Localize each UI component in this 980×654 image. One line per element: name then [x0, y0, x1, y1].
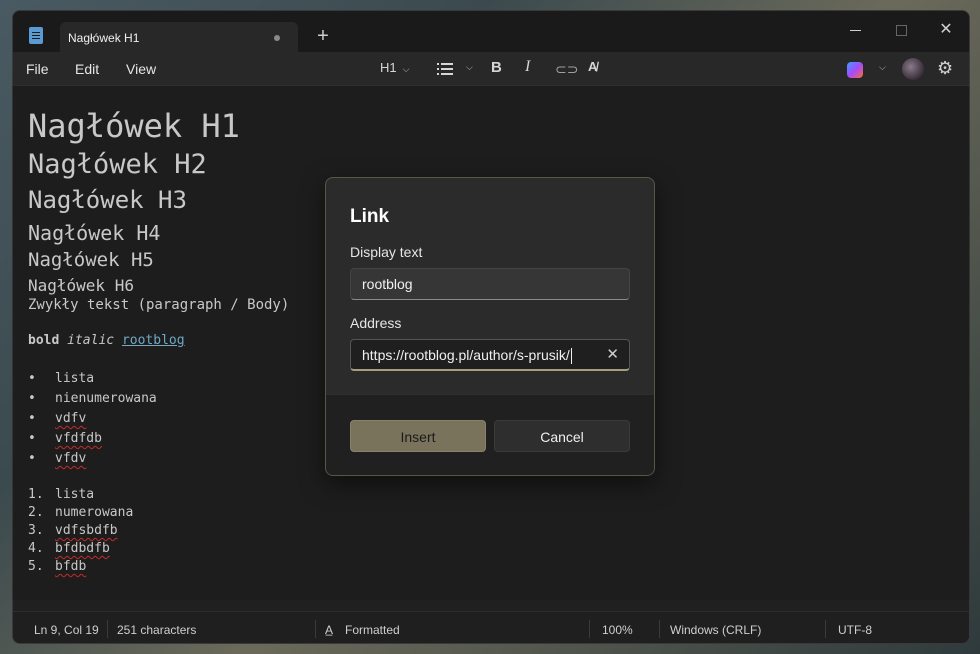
display-text-value: rootblog [362, 276, 413, 292]
bold-icon[interactable]: B [491, 59, 502, 76]
divider [107, 620, 108, 638]
display-text-label: Display text [350, 244, 423, 260]
character-count: 251 characters [117, 623, 197, 637]
heading-dropdown[interactable]: H1 ⌵ [380, 60, 409, 75]
spellcheck-icon[interactable]: A̸ [588, 59, 597, 74]
divider [825, 620, 826, 638]
line-ending[interactable]: Windows (CRLF) [670, 623, 761, 637]
link-icon[interactable]: ⊂⊃ [555, 61, 578, 78]
minimize-button[interactable] [841, 17, 871, 43]
close-icon[interactable]: ✕ [606, 340, 619, 370]
text-caret [570, 348, 572, 365]
copilot-icon[interactable] [847, 62, 863, 78]
bullet-list-icon[interactable] [437, 63, 453, 75]
insert-button[interactable]: Insert [350, 420, 486, 452]
link-dialog: Link Display text rootblog Address https… [325, 177, 655, 476]
status-bar: Ln 9, Col 19 251 characters A̲ Formatted… [13, 611, 969, 643]
formatting-icon[interactable]: A̲ [325, 623, 333, 637]
close-icon[interactable]: ✕ [931, 17, 961, 43]
format-mode[interactable]: Formatted [345, 623, 400, 637]
menu-file[interactable]: File [26, 61, 49, 77]
address-label: Address [350, 315, 402, 331]
italic-icon[interactable]: I [525, 58, 530, 76]
tab-document[interactable]: Nagłówek H1 [60, 22, 298, 52]
chevron-down-icon[interactable]: ⌵ [879, 62, 886, 73]
cursor-position: Ln 9, Col 19 [34, 623, 99, 637]
chevron-down-icon[interactable]: ⌵ [466, 62, 473, 73]
divider [659, 620, 660, 638]
menu-view[interactable]: View [126, 61, 156, 77]
divider [589, 620, 590, 638]
maximize-button[interactable] [887, 17, 917, 43]
heading-value: H1 [380, 60, 397, 75]
unsaved-dot-icon[interactable] [274, 35, 280, 41]
tab-title: Nagłówek H1 [68, 31, 140, 45]
title-bar: Nagłówek H1 + ✕ [13, 11, 969, 52]
dialog-title: Link [350, 206, 390, 227]
avatar[interactable] [902, 58, 924, 80]
chevron-down-icon: ⌵ [402, 64, 410, 74]
zoom-level[interactable]: 100% [602, 623, 633, 637]
plus-icon[interactable]: + [313, 26, 333, 46]
encoding[interactable]: UTF-8 [838, 623, 872, 637]
address-field[interactable]: https://rootblog.pl/author/s-prusik/ ✕ [350, 339, 630, 371]
display-text-field[interactable]: rootblog [350, 268, 630, 300]
divider [315, 620, 316, 638]
gear-icon[interactable]: ⚙ [937, 58, 953, 79]
toolbar: File Edit View H1 ⌵ ⌵ B I ⊂⊃ A̸ ⌵ ⚙ [13, 52, 969, 86]
notepad-icon [29, 27, 43, 44]
menu-edit[interactable]: Edit [75, 61, 99, 77]
address-value: https://rootblog.pl/author/s-prusik/ [362, 347, 570, 363]
dialog-footer: Insert Cancel [326, 394, 654, 475]
cancel-button[interactable]: Cancel [494, 420, 630, 452]
